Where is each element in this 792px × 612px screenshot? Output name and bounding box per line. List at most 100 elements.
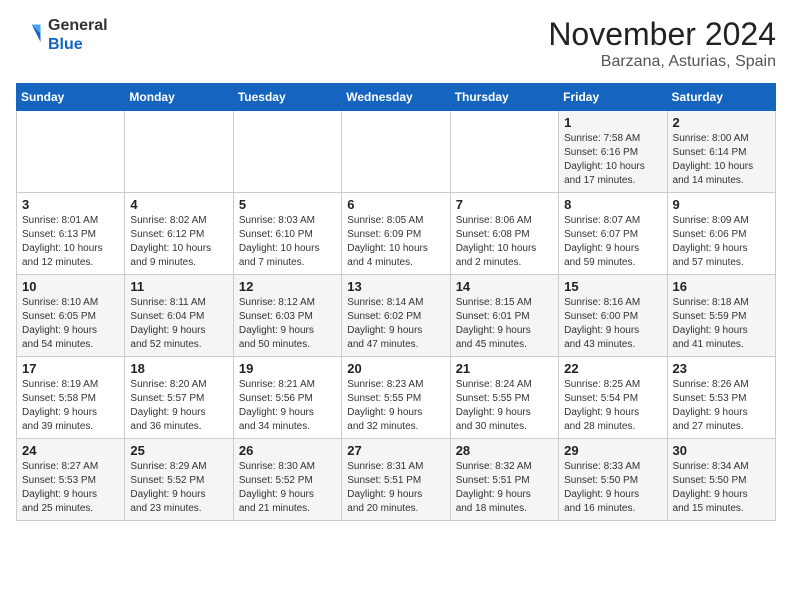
day-cell: 10 Sunrise: 8:10 AM Sunset: 6:05 PM Dayli…	[17, 275, 125, 357]
day-number: 22	[564, 361, 661, 376]
day-info: Sunrise: 8:06 AM Sunset: 6:08 PM Dayligh…	[456, 214, 553, 270]
day-cell: 21Sunrise: 8:24 AM Sunset: 5:55 PM Dayli…	[450, 357, 558, 439]
day-number: 1	[564, 115, 661, 130]
day-cell: 24 Sunrise: 8:27 AM Sunset: 5:53 PM Dayli…	[17, 439, 125, 521]
day-cell: 9 Sunrise: 8:09 AM Sunset: 6:06 PM Daylig…	[667, 193, 775, 275]
day-cell	[450, 111, 558, 193]
day-cell: 18 Sunrise: 8:20 AM Sunset: 5:57 PM Dayli…	[125, 357, 233, 439]
day-info: Sunrise: 8:02 AM Sunset: 6:12 PM Dayligh…	[130, 214, 227, 270]
day-number: 10	[22, 279, 119, 294]
page-header: General Blue November 2024 Barzana, Astu…	[16, 16, 776, 71]
weekday-header-tuesday: Tuesday	[233, 84, 341, 111]
logo-text: General Blue	[48, 16, 108, 54]
day-cell: 27 Sunrise: 8:31 AM Sunset: 5:51 PM Dayli…	[342, 439, 450, 521]
day-number: 6	[347, 197, 444, 212]
day-number: 17	[22, 361, 119, 376]
day-info: Sunrise: 8:03 AM Sunset: 6:10 PM Dayligh…	[239, 214, 336, 270]
week-row-4: 17 Sunrise: 8:19 AM Sunset: 5:58 PM Dayli…	[17, 357, 776, 439]
day-info: Sunrise: 8:30 AM Sunset: 5:52 PM Dayligh…	[239, 460, 336, 516]
weekday-header-row: SundayMondayTuesdayWednesdayThursdayFrid…	[17, 84, 776, 111]
day-number: 19	[239, 361, 336, 376]
day-info: Sunrise: 8:24 AM Sunset: 5:55 PM Dayligh…	[456, 378, 553, 434]
day-number: 15	[564, 279, 661, 294]
weekday-header-friday: Friday	[559, 84, 667, 111]
day-info: Sunrise: 8:09 AM Sunset: 6:06 PM Dayligh…	[673, 214, 770, 270]
week-row-5: 24 Sunrise: 8:27 AM Sunset: 5:53 PM Dayli…	[17, 439, 776, 521]
day-cell: 15 Sunrise: 8:16 AM Sunset: 6:00 PM Dayli…	[559, 275, 667, 357]
day-info: Sunrise: 8:25 AM Sunset: 5:54 PM Dayligh…	[564, 378, 661, 434]
day-number: 18	[130, 361, 227, 376]
day-number: 13	[347, 279, 444, 294]
day-number: 20	[347, 361, 444, 376]
day-info: Sunrise: 8:16 AM Sunset: 6:00 PM Dayligh…	[564, 296, 661, 352]
day-number: 24	[22, 443, 119, 458]
day-number: 16	[673, 279, 770, 294]
logo-icon	[16, 21, 44, 49]
day-cell: 4 Sunrise: 8:02 AM Sunset: 6:12 PM Daylig…	[125, 193, 233, 275]
day-cell: 2 Sunrise: 8:00 AM Sunset: 6:14 PM Daylig…	[667, 111, 775, 193]
day-cell	[342, 111, 450, 193]
day-info: Sunrise: 7:58 AM Sunset: 6:16 PM Dayligh…	[564, 132, 661, 188]
day-cell: 3Sunrise: 8:01 AM Sunset: 6:13 PM Daylig…	[17, 193, 125, 275]
weekday-header-sunday: Sunday	[17, 84, 125, 111]
day-cell: 5 Sunrise: 8:03 AM Sunset: 6:10 PM Daylig…	[233, 193, 341, 275]
logo: General Blue	[16, 16, 108, 54]
weekday-header-thursday: Thursday	[450, 84, 558, 111]
day-cell: 17 Sunrise: 8:19 AM Sunset: 5:58 PM Dayli…	[17, 357, 125, 439]
day-number: 12	[239, 279, 336, 294]
day-cell	[17, 111, 125, 193]
day-number: 25	[130, 443, 227, 458]
day-info: Sunrise: 8:26 AM Sunset: 5:53 PM Dayligh…	[673, 378, 770, 434]
day-info: Sunrise: 8:31 AM Sunset: 5:51 PM Dayligh…	[347, 460, 444, 516]
day-number: 14	[456, 279, 553, 294]
day-number: 3	[22, 197, 119, 212]
day-cell: 23 Sunrise: 8:26 AM Sunset: 5:53 PM Dayli…	[667, 357, 775, 439]
day-cell: 22 Sunrise: 8:25 AM Sunset: 5:54 PM Dayli…	[559, 357, 667, 439]
day-number: 27	[347, 443, 444, 458]
month-title: November 2024	[548, 16, 776, 53]
day-info: Sunrise: 8:14 AM Sunset: 6:02 PM Dayligh…	[347, 296, 444, 352]
day-info: Sunrise: 8:18 AM Sunset: 5:59 PM Dayligh…	[673, 296, 770, 352]
day-info: Sunrise: 8:05 AM Sunset: 6:09 PM Dayligh…	[347, 214, 444, 270]
day-cell: 14Sunrise: 8:15 AM Sunset: 6:01 PM Dayli…	[450, 275, 558, 357]
day-number: 4	[130, 197, 227, 212]
day-number: 8	[564, 197, 661, 212]
day-cell: 20Sunrise: 8:23 AM Sunset: 5:55 PM Dayli…	[342, 357, 450, 439]
day-cell: 29 Sunrise: 8:33 AM Sunset: 5:50 PM Dayli…	[559, 439, 667, 521]
day-cell: 26 Sunrise: 8:30 AM Sunset: 5:52 PM Dayli…	[233, 439, 341, 521]
day-info: Sunrise: 8:29 AM Sunset: 5:52 PM Dayligh…	[130, 460, 227, 516]
day-number: 28	[456, 443, 553, 458]
day-cell: 11Sunrise: 8:11 AM Sunset: 6:04 PM Dayli…	[125, 275, 233, 357]
day-info: Sunrise: 8:33 AM Sunset: 5:50 PM Dayligh…	[564, 460, 661, 516]
day-cell: 6 Sunrise: 8:05 AM Sunset: 6:09 PM Daylig…	[342, 193, 450, 275]
title-block: November 2024 Barzana, Asturias, Spain	[548, 16, 776, 71]
day-cell: 25 Sunrise: 8:29 AM Sunset: 5:52 PM Dayli…	[125, 439, 233, 521]
day-number: 23	[673, 361, 770, 376]
day-cell: 7 Sunrise: 8:06 AM Sunset: 6:08 PM Daylig…	[450, 193, 558, 275]
day-number: 7	[456, 197, 553, 212]
day-info: Sunrise: 8:19 AM Sunset: 5:58 PM Dayligh…	[22, 378, 119, 434]
week-row-3: 10 Sunrise: 8:10 AM Sunset: 6:05 PM Dayli…	[17, 275, 776, 357]
day-info: Sunrise: 8:10 AM Sunset: 6:05 PM Dayligh…	[22, 296, 119, 352]
day-number: 5	[239, 197, 336, 212]
day-info: Sunrise: 8:32 AM Sunset: 5:51 PM Dayligh…	[456, 460, 553, 516]
day-info: Sunrise: 8:00 AM Sunset: 6:14 PM Dayligh…	[673, 132, 770, 188]
day-number: 2	[673, 115, 770, 130]
calendar-table: SundayMondayTuesdayWednesdayThursdayFrid…	[16, 83, 776, 521]
day-cell: 28 Sunrise: 8:32 AM Sunset: 5:51 PM Dayli…	[450, 439, 558, 521]
day-number: 9	[673, 197, 770, 212]
week-row-2: 3Sunrise: 8:01 AM Sunset: 6:13 PM Daylig…	[17, 193, 776, 275]
day-info: Sunrise: 8:12 AM Sunset: 6:03 PM Dayligh…	[239, 296, 336, 352]
day-cell: 12 Sunrise: 8:12 AM Sunset: 6:03 PM Dayli…	[233, 275, 341, 357]
day-cell: 30Sunrise: 8:34 AM Sunset: 5:50 PM Dayli…	[667, 439, 775, 521]
day-cell: 19Sunrise: 8:21 AM Sunset: 5:56 PM Dayli…	[233, 357, 341, 439]
week-row-1: 1 Sunrise: 7:58 AM Sunset: 6:16 PM Daylig…	[17, 111, 776, 193]
day-info: Sunrise: 8:20 AM Sunset: 5:57 PM Dayligh…	[130, 378, 227, 434]
day-number: 29	[564, 443, 661, 458]
day-cell: 8Sunrise: 8:07 AM Sunset: 6:07 PM Daylig…	[559, 193, 667, 275]
day-cell: 13 Sunrise: 8:14 AM Sunset: 6:02 PM Dayli…	[342, 275, 450, 357]
day-cell	[233, 111, 341, 193]
day-info: Sunrise: 8:11 AM Sunset: 6:04 PM Dayligh…	[130, 296, 227, 352]
day-number: 26	[239, 443, 336, 458]
day-info: Sunrise: 8:27 AM Sunset: 5:53 PM Dayligh…	[22, 460, 119, 516]
